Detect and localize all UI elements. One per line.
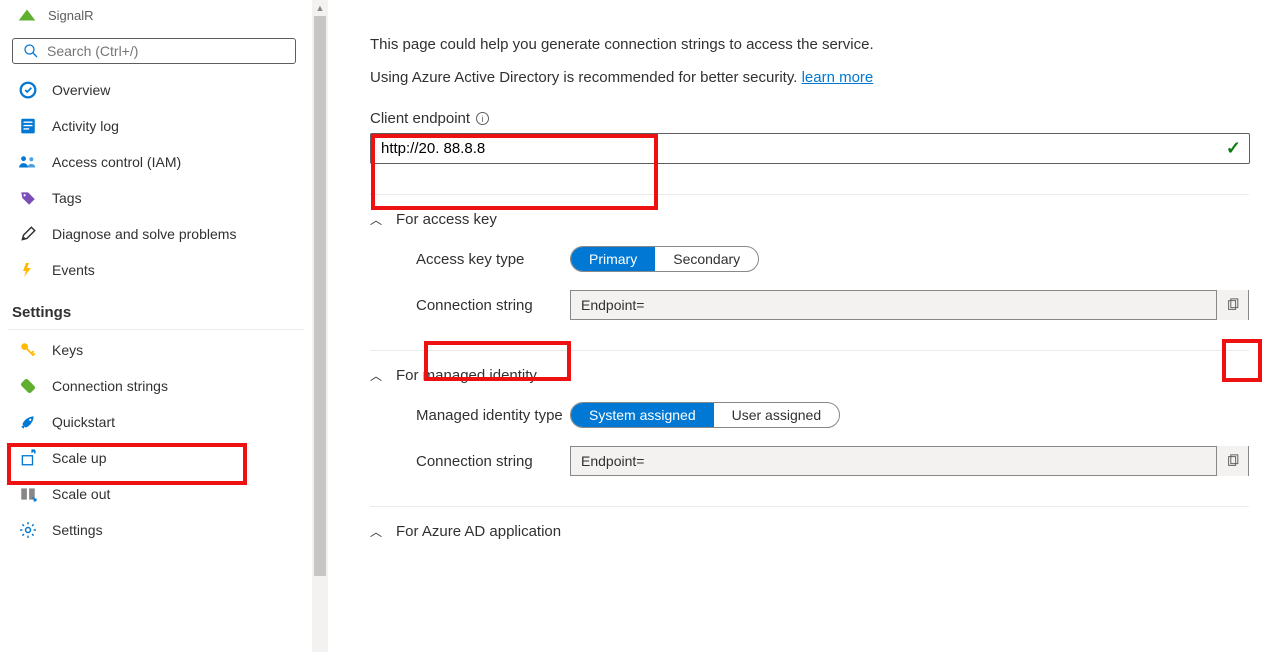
primary-pill[interactable]: Primary: [571, 247, 655, 271]
nav-label: Diagnose and solve problems: [52, 226, 236, 242]
copy-icon: [1226, 298, 1240, 312]
nav-label: Keys: [52, 342, 83, 358]
chevron-up-icon: ︿: [370, 367, 382, 384]
nav-scale-out[interactable]: Scale out: [8, 476, 304, 512]
client-endpoint-label-row: Client endpoint i: [370, 110, 1249, 127]
aad-app-header: For Azure AD application: [396, 523, 561, 540]
managed-conn-field: Endpoint=: [570, 446, 1249, 476]
client-endpoint-label: Client endpoint: [370, 110, 470, 127]
access-key-type-row: Access key type Primary Secondary: [370, 246, 1249, 272]
learn-more-link[interactable]: learn more: [802, 69, 874, 86]
access-key-conn-value: Endpoint=: [571, 297, 1216, 313]
access-key-conn-row: Connection string Endpoint=: [370, 290, 1249, 320]
managed-type-label: Managed identity type: [370, 407, 570, 424]
nav-label: Quickstart: [52, 414, 115, 430]
section-divider: [370, 194, 1249, 195]
user-assigned-pill[interactable]: User assigned: [714, 403, 840, 427]
intro-aad-pre: Using Azure Active Directory is recommen…: [370, 69, 802, 86]
section-divider: [370, 506, 1249, 507]
managed-conn-value: Endpoint=: [571, 453, 1216, 469]
events-icon: [18, 260, 38, 280]
sidebar: SignalR Overview Activity log Access con…: [0, 0, 312, 652]
copy-managed-conn-button[interactable]: [1216, 446, 1248, 476]
access-key-type-label: Access key type: [370, 251, 570, 268]
chevron-up-icon: ︿: [370, 211, 382, 228]
intro-aad-text: Using Azure Active Directory is recommen…: [370, 69, 1249, 86]
nav-label: Scale out: [52, 486, 110, 502]
managed-type-toggle[interactable]: System assigned User assigned: [570, 402, 840, 428]
info-icon[interactable]: i: [476, 112, 489, 125]
nav-scale-up[interactable]: Scale up: [8, 440, 304, 476]
access-key-header: For access key: [396, 211, 497, 228]
scale-out-icon: [18, 484, 38, 504]
nav-diagnose[interactable]: Diagnose and solve problems: [8, 216, 304, 252]
conn-string-label: Connection string: [370, 453, 570, 470]
nav-label: Scale up: [52, 450, 106, 466]
access-key-type-toggle[interactable]: Primary Secondary: [570, 246, 759, 272]
nav-label: Tags: [52, 190, 82, 206]
nav-label: Overview: [52, 82, 110, 98]
nav-quickstart[interactable]: Quickstart: [8, 404, 304, 440]
managed-type-row: Managed identity type System assigned Us…: [370, 402, 1249, 428]
scrollbar[interactable]: ▲: [312, 0, 328, 652]
aad-app-collapser[interactable]: ︿ For Azure AD application: [370, 523, 1249, 540]
managed-identity-collapser[interactable]: ︿ For managed identity: [370, 367, 1249, 384]
copy-access-key-conn-button[interactable]: [1216, 290, 1248, 320]
nav-keys[interactable]: Keys: [8, 332, 304, 368]
sidebar-search[interactable]: [12, 38, 296, 64]
scroll-thumb[interactable]: [314, 16, 326, 576]
managed-identity-header: For managed identity: [396, 367, 537, 384]
managed-conn-row: Connection string Endpoint=: [370, 446, 1249, 476]
resource-brand: SignalR: [8, 0, 304, 36]
intro-text: This page could help you generate connec…: [370, 36, 1249, 53]
access-key-conn-field: Endpoint=: [570, 290, 1249, 320]
scale-up-icon: [18, 448, 38, 468]
search-icon: [23, 43, 39, 59]
scroll-up-arrow[interactable]: ▲: [312, 0, 328, 16]
settings-gear-icon: [18, 520, 38, 540]
tags-icon: [18, 188, 38, 208]
resource-type-label: SignalR: [48, 8, 94, 23]
overview-icon: [18, 80, 38, 100]
nav-tags[interactable]: Tags: [8, 180, 304, 216]
nav-label: Connection strings: [52, 378, 168, 394]
nav-activity-log[interactable]: Activity log: [8, 108, 304, 144]
settings-section-header: Settings: [8, 288, 304, 327]
copy-icon: [1226, 454, 1240, 468]
secondary-pill[interactable]: Secondary: [655, 247, 758, 271]
nav-label: Events: [52, 262, 95, 278]
key-icon: [18, 340, 38, 360]
chevron-up-icon: ︿: [370, 523, 382, 540]
nav-label: Settings: [52, 522, 103, 538]
valid-check-icon: ✓: [1226, 138, 1241, 159]
quickstart-icon: [18, 412, 38, 432]
search-input[interactable]: [47, 43, 285, 59]
main-content: This page could help you generate connec…: [328, 0, 1269, 652]
system-assigned-pill[interactable]: System assigned: [571, 403, 714, 427]
nav-connection-strings[interactable]: Connection strings: [8, 368, 304, 404]
client-endpoint-input-wrap[interactable]: ✓: [370, 133, 1250, 164]
nav-label: Activity log: [52, 118, 119, 134]
nav-label: Access control (IAM): [52, 154, 181, 170]
connection-strings-icon: [18, 376, 38, 396]
diagnose-icon: [18, 224, 38, 244]
nav-overview[interactable]: Overview: [8, 72, 304, 108]
signalr-icon: [16, 4, 38, 26]
conn-string-label: Connection string: [370, 297, 570, 314]
nav-settings[interactable]: Settings: [8, 512, 304, 548]
client-endpoint-input[interactable]: [379, 136, 1226, 161]
divider: [8, 329, 304, 330]
nav-events[interactable]: Events: [8, 252, 304, 288]
section-divider: [370, 350, 1249, 351]
nav-access-control[interactable]: Access control (IAM): [8, 144, 304, 180]
access-key-collapser[interactable]: ︿ For access key: [370, 211, 1249, 228]
activity-log-icon: [18, 116, 38, 136]
access-control-icon: [18, 152, 38, 172]
